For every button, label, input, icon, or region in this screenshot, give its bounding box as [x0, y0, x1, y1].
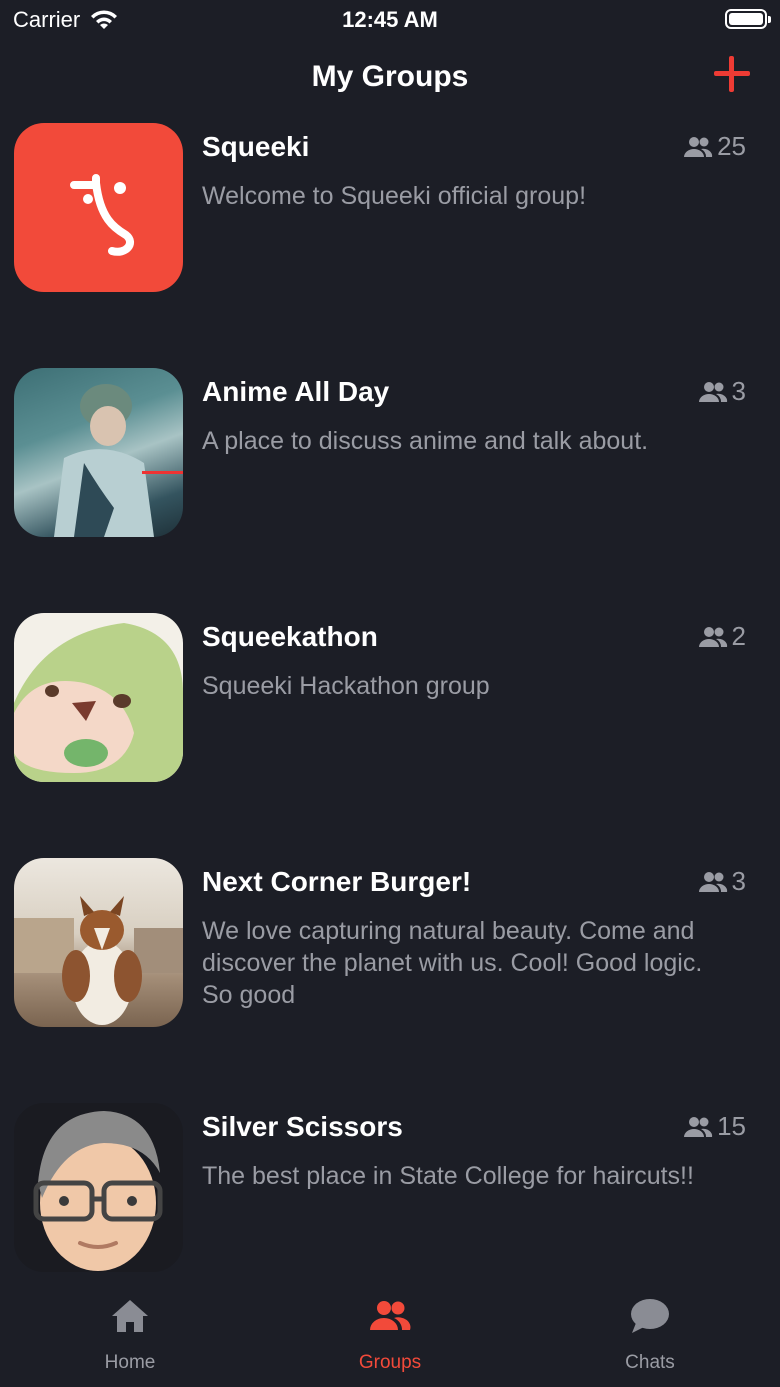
dog-photo [14, 858, 183, 1027]
group-description: The best place in State College for hair… [202, 1162, 694, 1190]
group-name: Squeeki [202, 131, 310, 162]
tab-label: Chats [625, 1352, 675, 1373]
tab-home[interactable]: Home [0, 1287, 260, 1387]
memoji-avatar [14, 1103, 183, 1272]
member-count: 3 [698, 866, 746, 897]
group-description: A place to discuss anime and talk about. [202, 427, 649, 455]
member-count-value: 3 [731, 376, 746, 406]
tab-label: Home [104, 1352, 156, 1373]
member-count-value: 3 [731, 866, 746, 896]
battery-icon [725, 9, 771, 29]
member-count: 25 [683, 131, 746, 162]
group-name: Next Corner Burger! [202, 866, 472, 897]
people-icon [698, 626, 727, 647]
add-group-button[interactable] [714, 56, 750, 92]
groups-icon [370, 1301, 411, 1330]
group-description: Squeeki Hackathon group [202, 672, 490, 700]
group-name: Silver Scissors [202, 1111, 403, 1142]
member-count: 15 [683, 1111, 746, 1142]
tab-bar: Home Groups Chats [0, 1287, 780, 1387]
member-count: 3 [698, 376, 746, 407]
member-count-value: 25 [717, 131, 746, 161]
status-bar: Carrier 12:45 AM [0, 0, 780, 40]
tab-chats[interactable]: Chats [520, 1287, 780, 1387]
group-item-next-corner-burger[interactable]: Next Corner Burger! 3 We love capturing … [0, 858, 780, 1103]
people-icon [684, 136, 713, 157]
group-name: Anime All Day [202, 376, 390, 407]
tab-label: Groups [358, 1352, 422, 1373]
member-count: 2 [698, 621, 746, 652]
tab-groups[interactable]: Groups [260, 1287, 520, 1387]
group-item-anime-all-day[interactable]: Anime All Day 3 A place to discuss anime… [0, 368, 780, 613]
people-icon [698, 381, 727, 402]
group-list: Squeeki 25 Welcome to Squeeki official g… [0, 123, 780, 1348]
anime-character-image [14, 368, 183, 537]
home-icon [112, 1300, 148, 1332]
people-icon [698, 871, 727, 892]
green-creature-image [14, 613, 183, 782]
page-title: My Groups [311, 60, 469, 93]
member-count-value: 15 [717, 1111, 746, 1141]
squeeki-logo [14, 123, 183, 292]
member-count-value: 2 [731, 621, 746, 651]
group-description: Welcome to Squeeki official group! [202, 182, 587, 210]
chat-bubble-icon [631, 1299, 669, 1333]
people-icon [684, 1116, 713, 1137]
status-time: 12:45 AM [342, 7, 438, 32]
group-description: We love capturing natural beauty. Come a… [202, 917, 703, 1009]
group-item-squeeki[interactable]: Squeeki 25 Welcome to Squeeki official g… [0, 123, 780, 368]
group-item-squeekathon[interactable]: Squeekathon 2 Squeeki Hackathon group [0, 613, 780, 858]
group-name: Squeekathon [202, 621, 378, 652]
